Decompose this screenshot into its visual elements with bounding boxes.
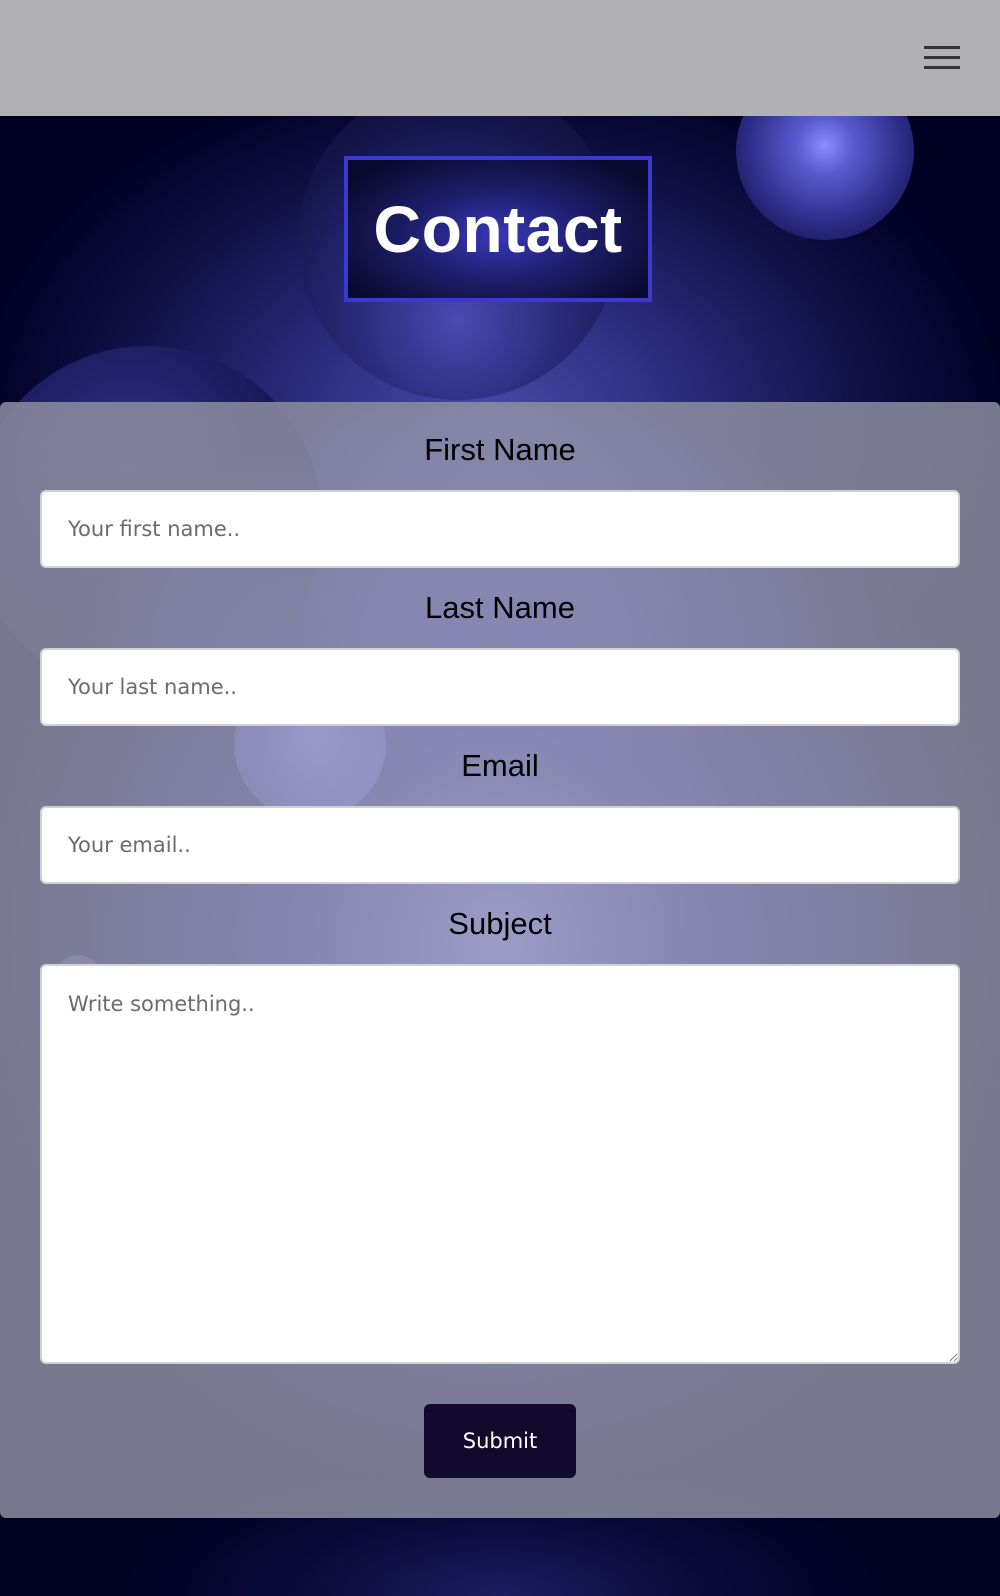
submit-button[interactable]: Submit [424, 1404, 576, 1478]
hamburger-line [924, 66, 960, 69]
page-title: Contact [373, 192, 623, 266]
first-name-input[interactable] [40, 490, 960, 568]
hamburger-line [924, 56, 960, 59]
email-input[interactable] [40, 806, 960, 884]
first-name-label: First Name [424, 432, 576, 467]
last-name-label: Last Name [425, 590, 575, 625]
top-navbar [0, 0, 1000, 116]
subject-label: Subject [448, 906, 552, 941]
subject-textarea[interactable] [40, 964, 960, 1364]
hamburger-menu-icon[interactable] [924, 44, 960, 72]
email-label: Email [461, 748, 539, 783]
contact-form: First Name Last Name Email Subject Submi… [0, 402, 1000, 1518]
hamburger-line [924, 46, 960, 49]
page-title-box: Contact [344, 156, 652, 302]
last-name-input[interactable] [40, 648, 960, 726]
